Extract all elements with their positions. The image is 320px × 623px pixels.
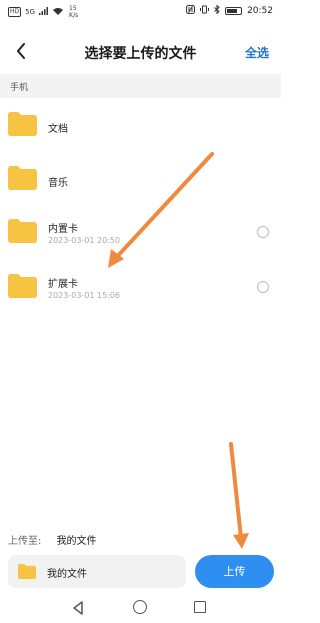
nfc-icon: [186, 5, 196, 17]
upload-destination-row: 上传至: 我的文件: [8, 532, 97, 547]
select-radio[interactable]: [257, 226, 269, 238]
select-all-button[interactable]: 全选: [245, 44, 269, 61]
header: 选择要上传的文件 全选: [0, 34, 281, 70]
destination-folder-selector[interactable]: 我的文件: [8, 555, 186, 588]
vibrate-icon: [200, 5, 210, 17]
status-right: 20:52: [186, 4, 273, 17]
signal-label: 5G: [25, 8, 36, 16]
speed-value: 15: [69, 5, 77, 12]
system-nav-bar: [0, 594, 281, 623]
section-label-phone: 手机: [0, 74, 281, 98]
status-bar: HD 5G 15 K/s 20:52: [0, 0, 281, 24]
wifi-icon: [53, 7, 64, 17]
upload-to-label: 上传至:: [8, 536, 42, 547]
page-title: 选择要上传的文件: [84, 46, 197, 62]
arrow-annotation-upload: [229, 442, 249, 549]
nav-home-icon[interactable]: [133, 600, 147, 614]
folder-date: 2023-03-01 20:50: [48, 236, 121, 245]
folder-row-extended-card[interactable]: 扩展卡 2023-03-01 15:06: [0, 265, 281, 315]
folder-name: 音乐: [48, 178, 68, 189]
network-speed: 15 K/s: [69, 5, 78, 19]
status-left: HD 5G 15 K/s: [8, 5, 78, 19]
status-time: 20:52: [247, 6, 273, 16]
battery-icon: [225, 7, 243, 15]
folder-icon: [8, 112, 37, 136]
folder-icon: [8, 166, 37, 190]
folder-name: 文档: [48, 124, 68, 135]
bluetooth-icon: [214, 4, 220, 17]
network-badge: HD: [8, 7, 22, 17]
folder-name: 内置卡: [48, 224, 78, 235]
nav-back-icon[interactable]: [72, 601, 84, 615]
destination-folder-name: 我的文件: [47, 569, 87, 580]
upload-button[interactable]: 上传: [195, 555, 274, 588]
folder-date: 2023-03-01 15:06: [48, 291, 121, 300]
folder-name: 扩展卡: [48, 279, 78, 290]
folder-row-internal-card[interactable]: 内置卡 2023-03-01 20:50: [0, 210, 281, 260]
speed-unit: K/s: [69, 12, 79, 19]
folder-row-documents[interactable]: 文档: [0, 103, 281, 153]
folder-row-music[interactable]: 音乐: [0, 157, 281, 207]
folder-icon: [8, 219, 37, 243]
select-radio[interactable]: [257, 281, 269, 293]
folder-icon: [18, 564, 36, 579]
upload-to-value: 我的文件: [56, 536, 97, 547]
nav-recent-icon[interactable]: [194, 601, 206, 613]
signal-icon: [39, 7, 49, 17]
folder-icon: [8, 274, 37, 298]
